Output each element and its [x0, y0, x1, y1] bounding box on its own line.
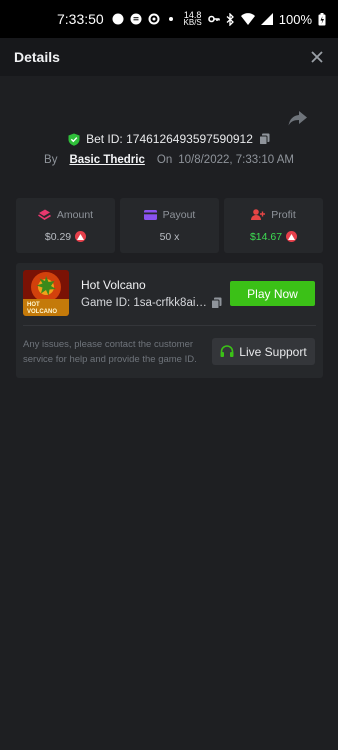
- bluetooth-icon: [226, 12, 234, 26]
- coin-icon: [286, 231, 298, 242]
- live-support-button[interactable]: Live Support: [212, 338, 315, 365]
- page-title: Details: [14, 49, 60, 65]
- dot-icon: [168, 17, 173, 21]
- game-id-row: Game ID: 1sa-crfkk8ai-...: [81, 297, 222, 309]
- play-now-button[interactable]: Play Now: [230, 281, 315, 306]
- key-icon: [207, 15, 220, 23]
- bet-id-row: Bet ID: 1746126493597590912: [0, 132, 338, 146]
- net-speed-unit: KB/S: [183, 18, 202, 27]
- profit-label: Profit: [271, 208, 296, 221]
- thumb-title-line1: HOT: [27, 302, 40, 308]
- stats-row: Amount $0.29 Payout 50 x Profit $14.67: [16, 198, 323, 253]
- status-right: 14.8 KB/S 100%: [184, 11, 326, 27]
- amount-value: $0.29: [44, 230, 72, 243]
- bet-meta-row: By Basic Thedric On 10/8/2022, 7:33:10 A…: [0, 154, 338, 166]
- game-id-text: Game ID: 1sa-crfkk8ai-...: [81, 297, 207, 309]
- wifi-icon: [240, 13, 255, 25]
- battery-text: 100%: [278, 11, 312, 27]
- status-bar: 7:33:50 14.8 KB/S 100%: [0, 0, 338, 38]
- bet-id-text: Bet ID: 1746126493597590912: [86, 132, 253, 146]
- game-thumbnail[interactable]: HOT VOLCANO: [23, 270, 69, 316]
- payout-stat: Payout 50 x: [120, 198, 219, 253]
- user-link[interactable]: Basic Thedric: [69, 154, 144, 166]
- bet-datetime: 10/8/2022, 7:33:10 AM: [178, 154, 294, 166]
- game-card: HOT VOLCANO Hot Volcano Game ID: 1sa-crf…: [16, 263, 323, 378]
- card-icon: [143, 209, 157, 220]
- profit-icon: [251, 209, 266, 220]
- share-icon[interactable]: [288, 110, 308, 126]
- chat-icon: [130, 13, 142, 25]
- profit-value: $14.67: [249, 230, 283, 243]
- messenger-icon: [112, 13, 124, 25]
- game-name: Hot Volcano: [81, 278, 146, 292]
- headset-icon: [220, 345, 234, 357]
- battery-charging-icon: [318, 12, 326, 25]
- amount-label: Amount: [56, 208, 94, 221]
- details-header: Details: [0, 38, 338, 76]
- on-label: On: [156, 154, 173, 166]
- status-time: 7:33:50: [57, 11, 104, 27]
- copy-icon[interactable]: [211, 297, 222, 309]
- notification-icons: [112, 13, 176, 25]
- amount-stat: Amount $0.29: [16, 198, 115, 253]
- net-speed: 14.8 KB/S: [184, 11, 202, 27]
- support-note: Any issues, please contact the customer …: [23, 339, 197, 365]
- by-label: By: [44, 154, 58, 166]
- coin-icon: [75, 231, 87, 242]
- profit-stat: Profit $14.67: [224, 198, 323, 253]
- copy-icon[interactable]: [258, 133, 270, 145]
- payout-value: 50 x: [159, 230, 180, 243]
- signal-icon: [260, 13, 273, 25]
- divider: [23, 325, 316, 326]
- verified-shield-icon: [68, 133, 80, 146]
- close-icon[interactable]: [310, 50, 324, 64]
- sync-icon: [148, 13, 160, 25]
- live-support-label: Live Support: [239, 344, 307, 359]
- payout-label: Payout: [162, 208, 196, 221]
- amount-icon: [37, 209, 51, 220]
- thumb-title-line2: VOLCANO: [27, 309, 57, 315]
